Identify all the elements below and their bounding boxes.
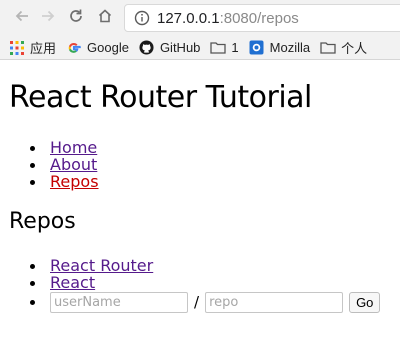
list-bullet bbox=[30, 299, 35, 305]
repo-input[interactable] bbox=[205, 291, 344, 313]
folder-icon bbox=[320, 40, 336, 56]
address-bar[interactable]: 127.0.0.1:8080/repos bbox=[124, 4, 400, 32]
bookmark-label: Google bbox=[87, 40, 129, 55]
bookmark-label: 个人 bbox=[341, 41, 368, 56]
bookmark-google[interactable]: Google bbox=[66, 40, 129, 56]
github-icon bbox=[139, 40, 155, 56]
nav-item-repos: Repos bbox=[30, 173, 99, 190]
section-title: Repos bbox=[9, 209, 76, 234]
path-separator: / bbox=[194, 293, 200, 311]
home-icon bbox=[97, 8, 113, 28]
go-button[interactable]: Go bbox=[349, 291, 381, 313]
browser-toolbar: 127.0.0.1:8080/repos bbox=[0, 0, 400, 36]
back-button[interactable] bbox=[12, 8, 32, 28]
page-content: React Router Tutorial Home About Repos R… bbox=[0, 61, 400, 348]
bookmark-label: GitHub bbox=[159, 40, 201, 55]
forward-arrow-icon bbox=[40, 8, 56, 28]
nav-link-repos[interactable]: Repos bbox=[50, 172, 99, 191]
bookmark-mozilla[interactable]: Mozilla bbox=[249, 40, 310, 56]
reload-icon bbox=[68, 8, 84, 28]
list-item: React Router bbox=[30, 257, 153, 274]
forward-button[interactable] bbox=[38, 8, 58, 28]
bookmarks-bar: 应用 Google GitHub 1 Mozilla 个人 bbox=[0, 36, 400, 60]
bookmark-github[interactable]: GitHub bbox=[139, 40, 200, 56]
main-nav: Home About Repos bbox=[30, 139, 99, 190]
home-button[interactable] bbox=[95, 8, 115, 28]
bookmark-folder-1[interactable]: 1 bbox=[210, 40, 239, 56]
nav-item-about: About bbox=[30, 156, 99, 173]
reload-button[interactable] bbox=[66, 8, 86, 28]
list-item: React bbox=[30, 274, 153, 291]
url-path: :8080/repos bbox=[219, 9, 299, 27]
google-g-icon bbox=[66, 40, 82, 56]
back-arrow-icon bbox=[14, 8, 30, 28]
folder-icon bbox=[210, 40, 227, 56]
repo-form: / Go bbox=[30, 291, 381, 313]
bookmark-label: Mozilla bbox=[269, 40, 311, 55]
bookmark-label: 1 bbox=[231, 40, 239, 55]
url-text: 127.0.0.1:8080/repos bbox=[157, 10, 299, 27]
mozilla-icon bbox=[249, 40, 265, 56]
page-title: React Router Tutorial bbox=[9, 80, 312, 115]
bookmark-label: 应用 bbox=[30, 41, 57, 56]
username-input[interactable] bbox=[50, 291, 188, 313]
nav-item-home: Home bbox=[30, 139, 99, 156]
bookmark-apps[interactable]: 应用 bbox=[9, 38, 56, 57]
info-icon[interactable] bbox=[131, 7, 153, 29]
url-host: 127.0.0.1 bbox=[157, 9, 220, 27]
repo-list: React Router React bbox=[30, 257, 153, 291]
bookmark-folder-personal[interactable]: 个人 bbox=[320, 38, 367, 57]
repo-link-react[interactable]: React bbox=[50, 273, 95, 292]
apps-grid-icon bbox=[9, 40, 25, 56]
